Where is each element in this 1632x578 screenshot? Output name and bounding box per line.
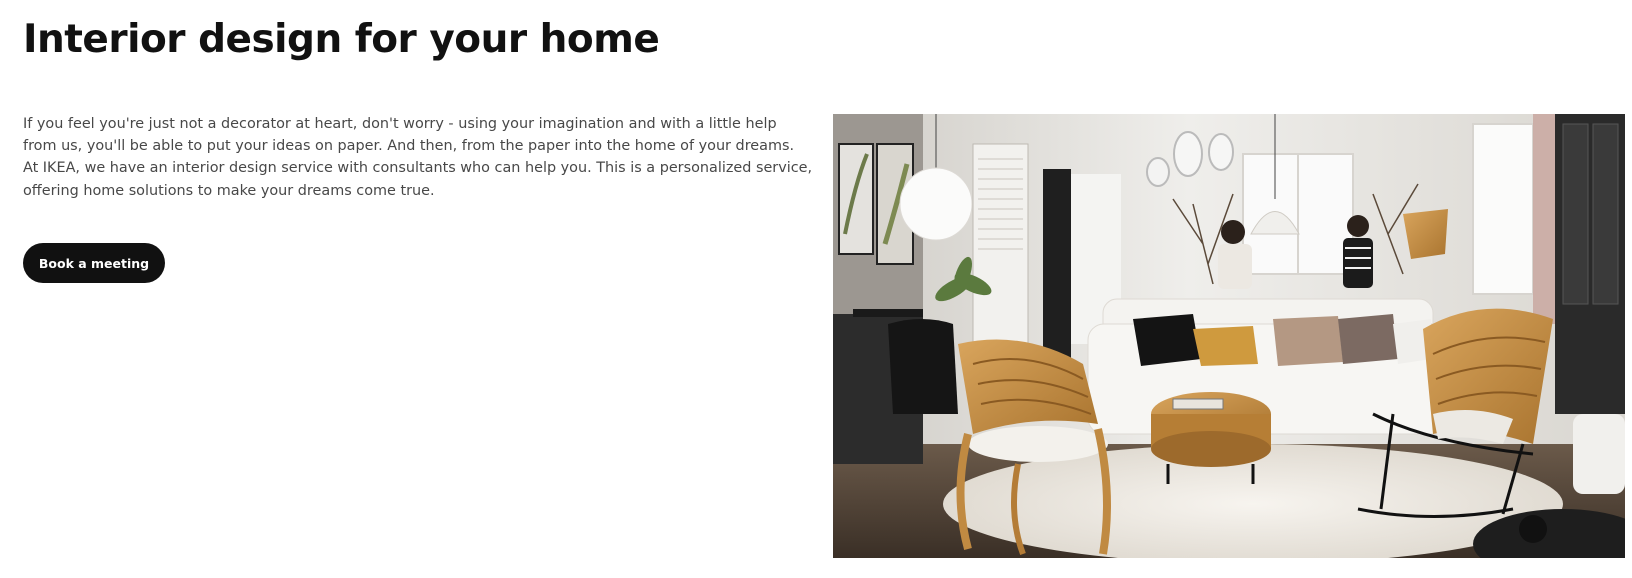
page-title: Interior design for your home [23,17,660,62]
living-room-photo [833,114,1625,558]
intro-paragraph: If you feel you're just not a decorator … [23,116,813,199]
book-meeting-button[interactable]: Book a meeting [23,243,165,283]
